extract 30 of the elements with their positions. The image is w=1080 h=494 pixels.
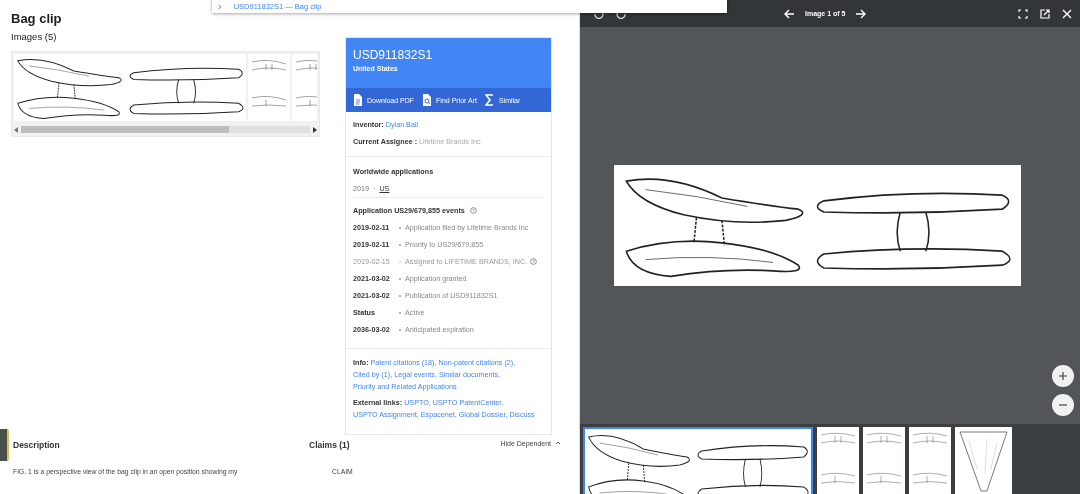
- image-thumbnail[interactable]: [955, 427, 1012, 494]
- patent-drawing[interactable]: [14, 54, 246, 122]
- image-thumbnail[interactable]: [583, 427, 813, 494]
- side-tab-handle[interactable]: [0, 429, 9, 461]
- scroll-left-icon: [14, 126, 19, 133]
- image-thumbnail[interactable]: [909, 427, 951, 494]
- description-heading: Description: [13, 440, 61, 452]
- fullscreen-icon[interactable]: [1018, 8, 1028, 19]
- sigma-icon: [484, 94, 495, 106]
- previous-arrow-icon[interactable]: [784, 8, 795, 19]
- plus-icon: [1056, 369, 1070, 383]
- scrollbar[interactable]: [21, 126, 310, 134]
- image-thumbnail[interactable]: [817, 427, 859, 494]
- help-icon: [469, 207, 477, 214]
- zoom-in-button[interactable]: [1052, 365, 1074, 387]
- next-arrow-icon[interactable]: [855, 8, 867, 19]
- open-in-new-icon[interactable]: [1040, 8, 1050, 19]
- page-title: Bag clip: [11, 11, 62, 26]
- images-heading: Images (5): [11, 31, 58, 44]
- patent-thumbnail[interactable]: [248, 54, 290, 122]
- image-thumbnail[interactable]: [863, 427, 905, 494]
- scroll-right-icon: [312, 126, 317, 133]
- chevron-icon: ›: [218, 1, 222, 12]
- patent-number: USD911832S1: [353, 48, 434, 62]
- zoom-out-button[interactable]: [1052, 394, 1074, 416]
- document-icon: [422, 94, 433, 106]
- claims-heading: Claims (1): [309, 440, 350, 452]
- document-icon: [353, 94, 363, 106]
- chevron-up-icon: [555, 440, 561, 446]
- close-icon[interactable]: [1062, 8, 1072, 19]
